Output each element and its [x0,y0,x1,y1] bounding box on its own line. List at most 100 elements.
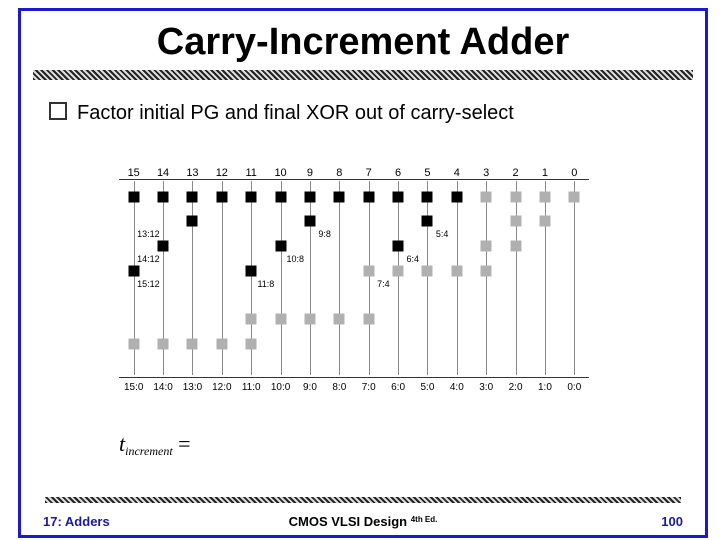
black-cell [187,216,198,227]
gray-cell [363,314,374,325]
gray-cell [422,266,433,277]
bit-index: 1 [542,167,548,179]
gray-cell [451,266,462,277]
output-label: 4:0 [450,382,464,393]
column-line [339,181,340,375]
black-cell [128,266,139,277]
gray-cell [510,241,521,252]
prefix-tree-diagram: 151413121110987654321015:014:013:012:011… [119,169,589,399]
bullet-box-icon [49,102,67,120]
output-label: 7:0 [362,382,376,393]
black-cell [216,192,227,203]
span-label: 5:4 [436,229,449,239]
black-cell [246,192,257,203]
title-rule [33,70,693,80]
footer-right: 100 [661,514,683,529]
bit-index: 14 [157,167,169,179]
gray-cell [481,241,492,252]
footer-rule [45,497,681,503]
gray-cell [569,192,580,203]
black-cell [451,192,462,203]
black-cell [393,192,404,203]
black-cell [393,241,404,252]
gray-cell [158,339,169,350]
span-label: 14:12 [137,254,160,264]
bit-index: 5 [424,167,430,179]
output-label: 2:0 [509,382,523,393]
span-label: 15:12 [137,279,160,289]
black-cell [334,192,345,203]
gray-cell [363,266,374,277]
bit-index: 6 [395,167,401,179]
bit-index: 4 [454,167,460,179]
gray-cell [510,192,521,203]
output-label: 10:0 [271,382,290,393]
bit-index: 10 [274,167,286,179]
black-cell [128,192,139,203]
slide-title: Carry-Increment Adder [21,21,705,64]
gray-cell [481,192,492,203]
diagram-bottom-line [119,377,589,378]
bit-index: 0 [571,167,577,179]
black-cell [187,192,198,203]
output-label: 9:0 [303,382,317,393]
span-label: 13:12 [137,229,160,239]
black-cell [158,241,169,252]
column-line [310,181,311,375]
output-label: 13:0 [183,382,202,393]
bullet-line: Factor initial PG and final XOR out of c… [49,102,705,125]
footer-mid: CMOS VLSI Design 4th Ed. [289,514,438,529]
output-label: 12:0 [212,382,231,393]
black-cell [246,266,257,277]
bit-index: 2 [513,167,519,179]
black-cell [304,192,315,203]
gray-cell [187,339,198,350]
gray-cell [481,266,492,277]
black-cell [422,216,433,227]
bit-index: 3 [483,167,489,179]
output-label: 8:0 [332,382,346,393]
column-line [281,181,282,375]
bit-index: 7 [366,167,372,179]
bit-index: 9 [307,167,313,179]
column-line [369,181,370,375]
black-cell [275,192,286,203]
column-line [574,181,575,375]
span-label: 6:4 [406,254,419,264]
slide-frame: Carry-Increment Adder Factor initial PG … [18,8,708,538]
gray-cell [246,314,257,325]
span-label: 7:4 [377,279,390,289]
gray-cell [510,216,521,227]
black-cell [304,216,315,227]
black-cell [422,192,433,203]
output-label: 3:0 [479,382,493,393]
equation: tincrement = [119,431,191,459]
footer-mid-text: CMOS VLSI Design [289,514,411,529]
diagram-top-line [119,179,589,180]
footer-left: 17: Adders [43,514,110,529]
span-label: 10:8 [286,254,304,264]
bit-index: 13 [186,167,198,179]
gray-cell [246,339,257,350]
output-label: 15:0 [124,382,143,393]
gray-cell [216,339,227,350]
bit-index: 11 [245,167,256,179]
black-cell [275,241,286,252]
column-line [486,181,487,375]
output-label: 14:0 [153,382,172,393]
column-line [457,181,458,375]
column-line [427,181,428,375]
equation-sub: increment [125,444,173,458]
bit-index: 8 [336,167,342,179]
gray-cell [128,339,139,350]
column-line [398,181,399,375]
black-cell [158,192,169,203]
gray-cell [393,266,404,277]
output-label: 0:0 [567,382,581,393]
gray-cell [275,314,286,325]
gray-cell [539,216,550,227]
bit-index: 12 [216,167,228,179]
span-label: 11:8 [257,279,274,289]
output-label: 11:0 [242,382,261,393]
column-line [516,181,517,375]
